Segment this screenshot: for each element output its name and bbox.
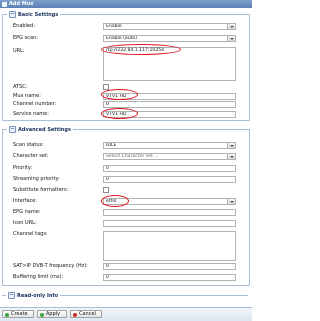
- scan-status-label: Scan status:: [13, 142, 44, 148]
- interface-label: Interface:: [13, 198, 38, 204]
- readonly-info-section: − Read-only Info: [2, 292, 248, 305]
- icon-url-label: Icon URL:: [13, 220, 37, 226]
- chevron-down-icon[interactable]: [227, 154, 235, 159]
- create-label: Create: [11, 311, 28, 317]
- scan-status-value: IDLE: [106, 143, 117, 148]
- dialog-titlebar: Add Mux: [0, 0, 252, 8]
- channel-tags-list[interactable]: [103, 231, 236, 261]
- streaming-priority-value: 0: [106, 177, 109, 182]
- charset-select[interactable]: Select Character set ...: [103, 153, 236, 160]
- satip-frequency-input[interactable]: 0: [103, 263, 236, 270]
- epg-name-label: EPG name:: [13, 209, 41, 215]
- basic-settings-title: Basic Settings: [18, 12, 59, 18]
- charset-label: Character set:: [13, 153, 49, 159]
- mux-name-value: VTV1 HD: [106, 94, 127, 99]
- streaming-priority-label: Streaming priority:: [13, 176, 60, 182]
- service-name-label: Service name:: [13, 111, 49, 117]
- substitute-formatters-label: Substitute formatters:: [13, 187, 69, 193]
- scan-status-select[interactable]: IDLE: [103, 142, 236, 149]
- cancel-label: Cancel: [79, 311, 96, 317]
- mux-name-label: Mux name:: [13, 93, 41, 99]
- charset-placeholder: Select Character set ...: [106, 154, 159, 159]
- url-label: URL:: [13, 48, 25, 54]
- service-name-input[interactable]: VTV1 HD: [103, 111, 236, 118]
- add-icon: [5, 312, 9, 317]
- collapse-icon[interactable]: −: [8, 292, 15, 299]
- atsc-checkbox[interactable]: [103, 84, 109, 90]
- channel-number-input[interactable]: 0: [103, 101, 236, 108]
- epg-name-input[interactable]: [103, 209, 236, 216]
- dialog-toolbar: Create Apply Cancel: [0, 307, 252, 321]
- channel-number-value: 0: [106, 102, 109, 107]
- epg-scan-select[interactable]: Enable (auto): [103, 35, 236, 42]
- cancel-button[interactable]: Cancel: [70, 310, 102, 318]
- dialog-title: Add Mux: [9, 1, 34, 7]
- streaming-priority-input[interactable]: 0: [103, 176, 236, 183]
- apply-label: Apply: [46, 311, 61, 317]
- buffering-limit-label: Buffering limit (ms):: [13, 274, 64, 280]
- url-value: rtp://232.84.1.117:10254: [106, 48, 165, 53]
- collapse-icon[interactable]: −: [9, 11, 16, 18]
- buffering-limit-value: 0: [106, 275, 109, 280]
- icon-url-input[interactable]: [103, 220, 236, 227]
- substitute-formatters-checkbox[interactable]: [103, 187, 109, 193]
- enabled-value: Enable: [106, 24, 122, 29]
- url-textarea[interactable]: rtp://232.84.1.117:10254: [103, 47, 236, 81]
- priority-input[interactable]: 0: [103, 165, 236, 172]
- apply-button[interactable]: Apply: [37, 310, 67, 318]
- chevron-down-icon[interactable]: [227, 199, 235, 204]
- chevron-down-icon[interactable]: [227, 36, 235, 41]
- priority-label: Priority:: [13, 165, 33, 171]
- window-icon: [2, 1, 7, 7]
- priority-value: 0: [106, 166, 109, 171]
- chevron-down-icon[interactable]: [227, 24, 235, 29]
- basic-settings-header[interactable]: − Basic Settings: [7, 11, 61, 18]
- atsc-label: ATSC:: [13, 84, 28, 90]
- buffering-limit-input[interactable]: 0: [103, 274, 236, 281]
- channel-tags-label: Channel tags:: [13, 231, 48, 237]
- readonly-info-title: Read-only Info: [17, 293, 59, 299]
- collapse-icon[interactable]: −: [9, 126, 16, 133]
- chevron-down-icon[interactable]: [227, 143, 235, 148]
- interface-select[interactable]: eth0: [103, 198, 236, 205]
- advanced-settings-title: Advanced Settings: [18, 127, 71, 133]
- enabled-select[interactable]: Enable: [103, 23, 236, 30]
- channel-number-label: Channel number:: [13, 101, 57, 107]
- check-icon: [40, 312, 44, 317]
- epg-scan-label: EPG scan:: [13, 35, 38, 41]
- service-name-value: VTV1 HD: [106, 112, 127, 117]
- add-mux-dialog: Add Mux − Basic Settings Enabled: Enable …: [0, 0, 252, 321]
- readonly-info-header[interactable]: − Read-only Info: [6, 292, 61, 299]
- interface-value: eth0: [106, 199, 117, 204]
- satip-frequency-label: SAT>IP DVB-T frequency (Hz):: [13, 263, 88, 269]
- cancel-icon: [73, 312, 77, 317]
- advanced-settings-header[interactable]: − Advanced Settings: [7, 126, 73, 133]
- create-button[interactable]: Create: [2, 310, 34, 318]
- satip-frequency-value: 0: [106, 264, 109, 269]
- mux-name-input[interactable]: VTV1 HD: [103, 93, 236, 100]
- enabled-label: Enabled:: [13, 23, 35, 29]
- epg-scan-value: Enable (auto): [106, 36, 138, 41]
